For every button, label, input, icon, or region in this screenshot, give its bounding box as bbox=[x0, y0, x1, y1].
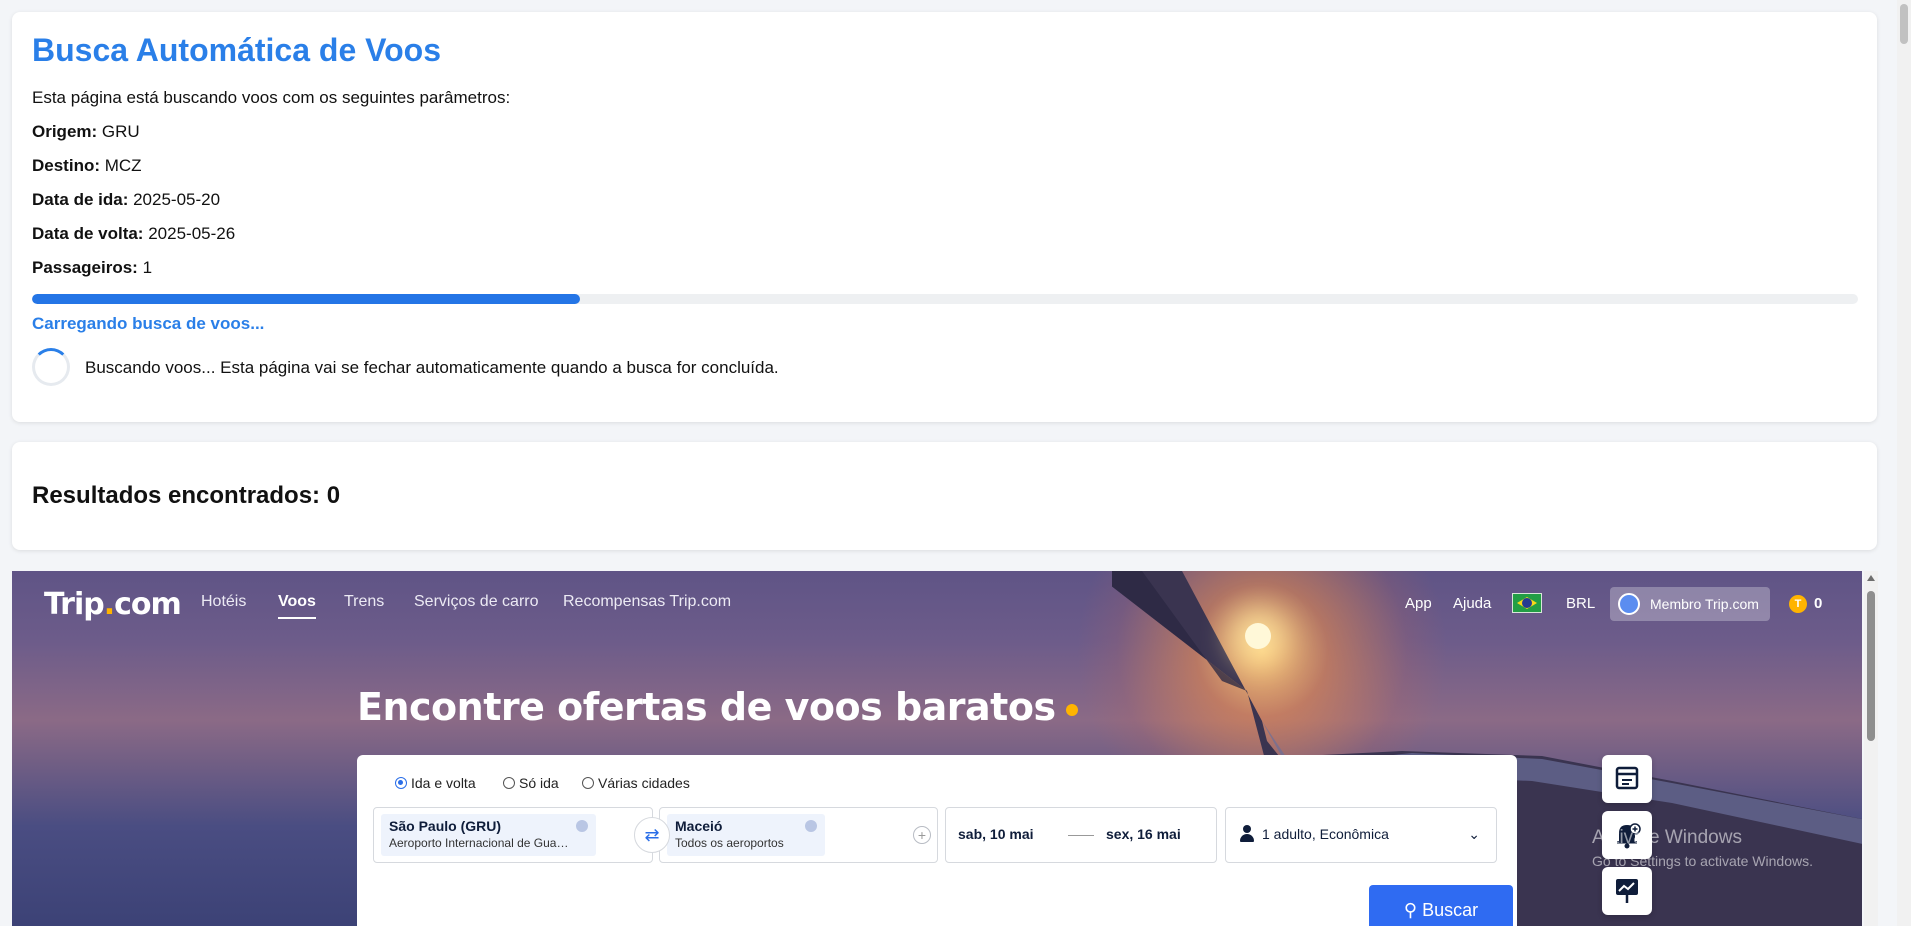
results-count: Resultados encontrados: 0 bbox=[32, 482, 341, 509]
search-icon: ⚲ bbox=[1403, 900, 1423, 920]
nav-flights[interactable]: Voos bbox=[278, 593, 316, 619]
search-button[interactable]: ⚲ Buscar bbox=[1369, 885, 1513, 926]
date-separator bbox=[1068, 835, 1094, 836]
origin-chip[interactable]: São Paulo (GRU) Aeroporto Internacional … bbox=[381, 814, 596, 856]
dates-field[interactable]: sab, 10 mai sex, 16 mai bbox=[945, 807, 1217, 863]
user-avatar-icon bbox=[1618, 593, 1640, 615]
search-status-card: Busca Automática de Voos Esta página est… bbox=[12, 12, 1877, 422]
add-destination-icon[interactable]: + bbox=[913, 826, 931, 844]
member-button[interactable]: Membro Trip.com bbox=[1610, 587, 1770, 621]
loading-text: Carregando busca de voos... bbox=[32, 314, 265, 333]
trip-coin-icon: T bbox=[1789, 595, 1807, 613]
sun bbox=[1245, 623, 1271, 649]
nav-rewards[interactable]: Recompensas Trip.com bbox=[563, 593, 731, 611]
nav-trains[interactable]: Trens bbox=[344, 593, 384, 611]
depart-date[interactable]: sab, 10 mai bbox=[958, 826, 1034, 842]
help-link[interactable]: Ajuda bbox=[1453, 595, 1491, 612]
brazil-flag-icon[interactable] bbox=[1512, 593, 1542, 613]
clear-origin-icon[interactable] bbox=[576, 820, 588, 832]
price-trend-icon[interactable] bbox=[1602, 867, 1652, 915]
intro-text: Esta página está buscando voos com os se… bbox=[32, 88, 511, 107]
windows-activation-watermark: Activate Windows Go to Settings to activ… bbox=[1592, 827, 1813, 869]
trip-coins-count[interactable]: 0 bbox=[1814, 595, 1822, 612]
nav-car-services[interactable]: Serviços de carro bbox=[414, 593, 539, 611]
trip-type-roundtrip[interactable]: Ida e volta bbox=[395, 775, 476, 791]
headline-dot-icon bbox=[1065, 703, 1078, 716]
spinner-status-text: Buscando voos... Esta página vai se fech… bbox=[85, 358, 779, 377]
param-return-date: Data de volta: 2025-05-26 bbox=[32, 224, 236, 243]
tripcom-logo[interactable]: Trip.com bbox=[44, 587, 182, 622]
swap-airports-icon[interactable]: ⇄ bbox=[634, 817, 670, 853]
clear-destination-icon[interactable] bbox=[805, 820, 817, 832]
chevron-down-icon[interactable]: ⌄ bbox=[1468, 826, 1480, 843]
destination-chip[interactable]: Maceió Todos os aeroportos bbox=[667, 814, 825, 856]
trip-type-multicity[interactable]: Várias cidades bbox=[582, 775, 690, 791]
progress-bar-fill bbox=[32, 294, 580, 304]
trip-type-oneway[interactable]: Só ida bbox=[503, 775, 559, 791]
results-card: Resultados encontrados: 0 bbox=[12, 442, 1877, 550]
progress-bar bbox=[32, 294, 1858, 304]
page-title: Busca Automática de Voos bbox=[32, 32, 441, 68]
app-link[interactable]: App bbox=[1405, 595, 1432, 612]
nav-hotels[interactable]: Hotéis bbox=[201, 593, 246, 611]
destination-field[interactable]: Maceió Todos os aeroportos + bbox=[659, 807, 938, 863]
param-destination: Destino: MCZ bbox=[32, 156, 142, 175]
flight-search-form: Ida e volta Só ida Várias cidades São Pa… bbox=[357, 755, 1517, 926]
embedded-scrollbar[interactable] bbox=[1864, 571, 1878, 926]
param-depart-date: Data de ida: 2025-05-20 bbox=[32, 190, 221, 209]
person-icon bbox=[1240, 825, 1254, 843]
currency-selector[interactable]: BRL bbox=[1566, 595, 1595, 612]
page-scrollbar[interactable] bbox=[1897, 0, 1911, 926]
calendar-list-icon[interactable] bbox=[1602, 755, 1652, 803]
origin-field[interactable]: São Paulo (GRU) Aeroporto Internacional … bbox=[373, 807, 653, 863]
param-origin: Origem: GRU bbox=[32, 122, 140, 141]
tripcom-embedded-page: Trip.com Hotéis Voos Trens Serviços de c… bbox=[12, 571, 1862, 926]
return-date[interactable]: sex, 16 mai bbox=[1106, 826, 1181, 842]
hero-headline: Encontre ofertas de voos baratos bbox=[357, 685, 1078, 729]
passengers-field[interactable]: 1 adulto, Econômica ⌄ bbox=[1225, 807, 1497, 863]
param-passengers: Passageiros: 1 bbox=[32, 258, 153, 277]
loading-spinner-icon bbox=[32, 348, 70, 386]
